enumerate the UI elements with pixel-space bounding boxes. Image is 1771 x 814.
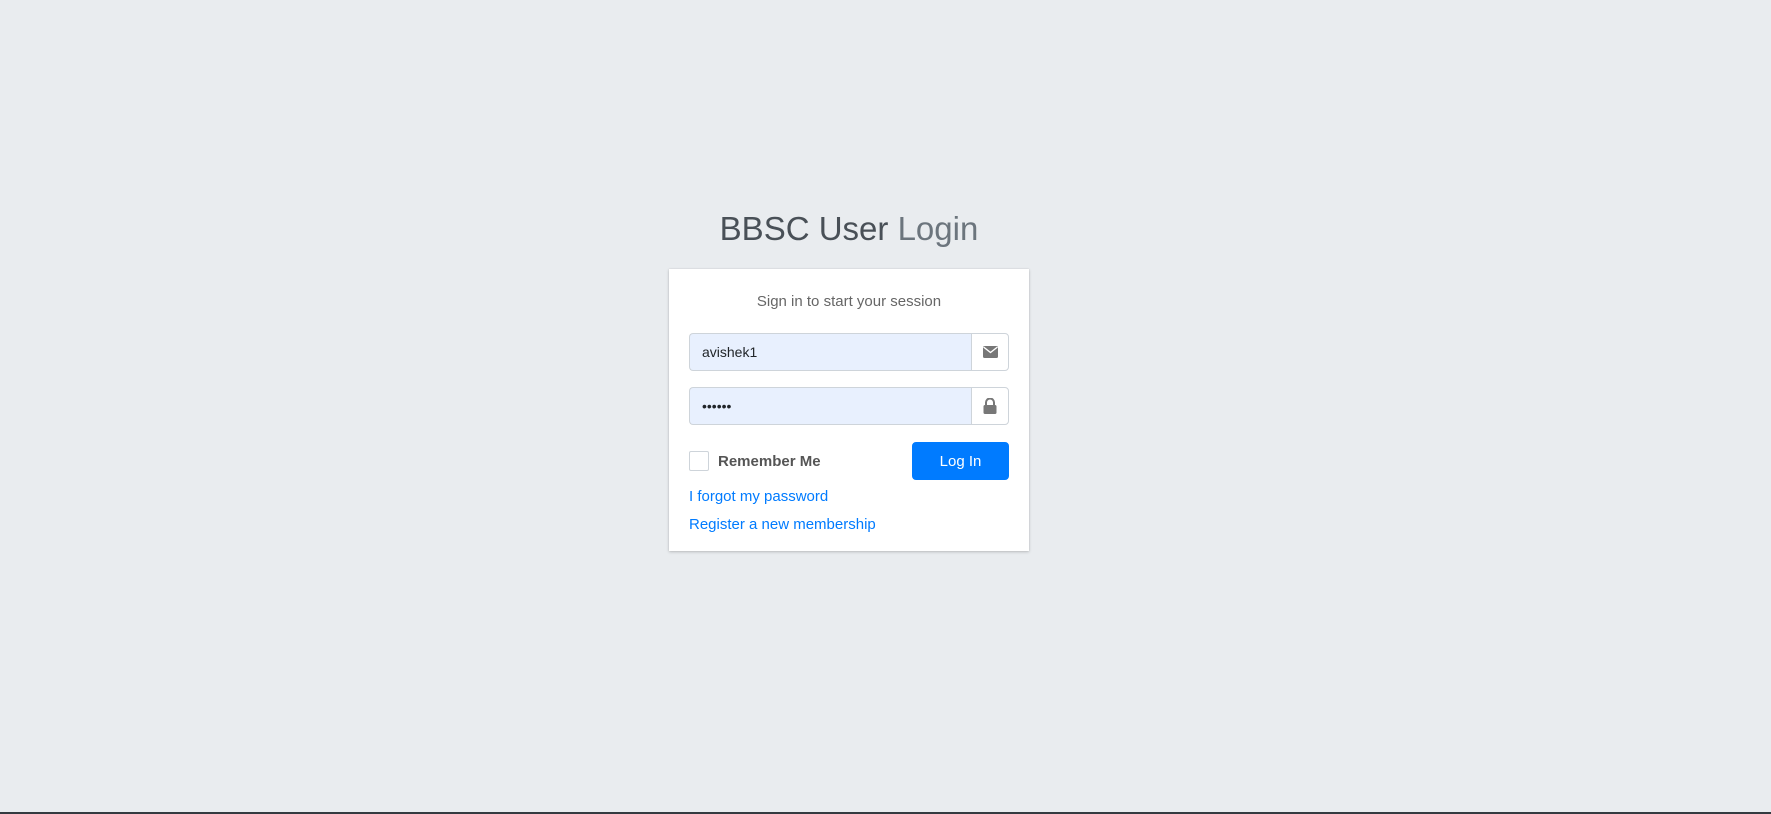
remember-me-checkbox[interactable]	[689, 451, 709, 471]
remember-me-label[interactable]: Remember Me	[718, 453, 821, 470]
title-light: Login	[897, 210, 979, 247]
register-link[interactable]: Register a new membership	[689, 515, 1009, 535]
title-strong: BBSC User	[719, 210, 889, 247]
login-button[interactable]: Log In	[912, 442, 1009, 480]
login-message: Sign in to start your session	[756, 293, 942, 310]
envelope-icon	[982, 346, 998, 358]
login-card: Sign in to start your session avishek1 •…	[669, 269, 1029, 551]
forgot-password-link[interactable]: I forgot my password	[689, 487, 1009, 507]
page-title: BBSC User Login	[669, 205, 1029, 257]
remember-me: Remember Me	[689, 451, 821, 471]
login-box: BBSC User Login Sign in to start your se…	[669, 205, 1029, 551]
actions-row: Remember Me Log In	[689, 441, 1009, 481]
password-input[interactable]	[689, 387, 971, 425]
username-group	[689, 333, 1009, 371]
lock-icon	[983, 398, 997, 414]
password-group	[689, 387, 1009, 425]
auth-links: I forgot my password Register a new memb…	[689, 487, 1009, 535]
username-addon	[971, 333, 1009, 371]
password-addon	[971, 387, 1009, 425]
username-input[interactable]	[689, 333, 971, 371]
